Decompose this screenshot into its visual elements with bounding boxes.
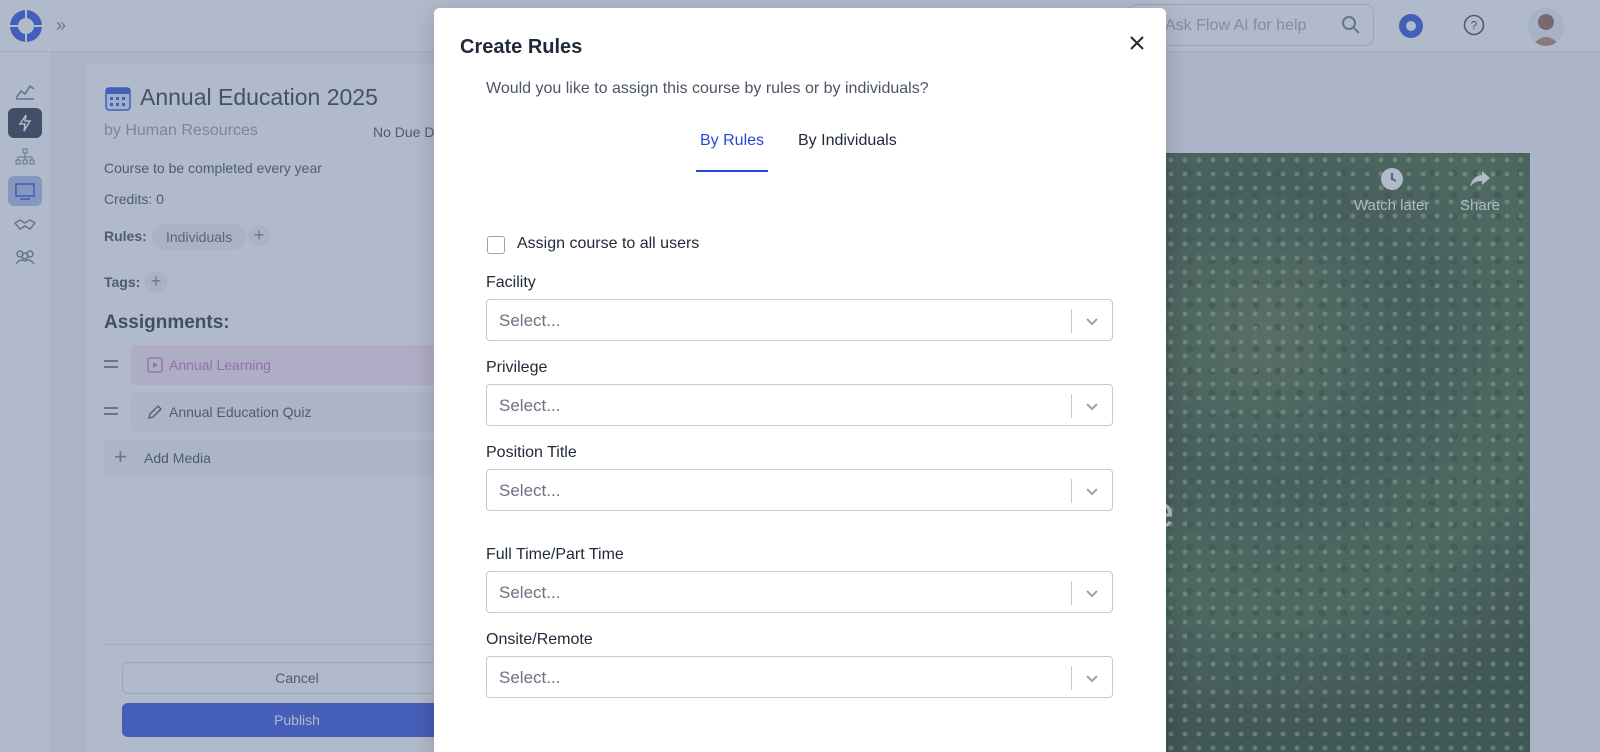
employment-type-select[interactable]: Select... [486, 571, 1113, 613]
work-location-select-value: Select... [499, 668, 561, 687]
facility-label: Facility [486, 274, 536, 291]
chevron-down-icon[interactable] [1084, 483, 1100, 499]
position-title-select[interactable]: Select... [486, 469, 1113, 511]
modal-question: Would you like to assign this course by … [486, 80, 929, 97]
modal-title: Create Rules [460, 36, 583, 58]
select-separator [1071, 309, 1072, 333]
assign-all-checkbox[interactable] [487, 236, 505, 254]
chevron-down-icon[interactable] [1084, 313, 1100, 329]
active-tab-indicator [696, 170, 768, 172]
tab-by-rules[interactable]: By Rules [700, 132, 764, 150]
employment-type-select-value: Select... [499, 583, 561, 602]
facility-select-value: Select... [499, 311, 561, 330]
employment-type-label: Full Time/Part Time [486, 546, 624, 563]
select-separator [1071, 394, 1072, 418]
assign-all-label[interactable]: Assign course to all users [517, 235, 699, 253]
privilege-select[interactable]: Select... [486, 384, 1113, 426]
chevron-down-icon[interactable] [1084, 398, 1100, 414]
work-location-label: Onsite/Remote [486, 631, 593, 648]
tab-by-individuals[interactable]: By Individuals [798, 132, 897, 150]
chevron-down-icon[interactable] [1084, 670, 1100, 686]
privilege-select-value: Select... [499, 396, 561, 415]
create-rules-modal: Create Rules Would you like to assign th… [434, 8, 1166, 752]
select-separator [1071, 581, 1072, 605]
select-separator [1071, 666, 1072, 690]
select-separator [1071, 479, 1072, 503]
position-title-select-value: Select... [499, 481, 561, 500]
work-location-select[interactable]: Select... [486, 656, 1113, 698]
facility-select[interactable]: Select... [486, 299, 1113, 341]
position-title-label: Position Title [486, 444, 577, 461]
chevron-down-icon[interactable] [1084, 585, 1100, 601]
privilege-label: Privilege [486, 359, 548, 376]
close-icon[interactable] [1128, 34, 1146, 52]
